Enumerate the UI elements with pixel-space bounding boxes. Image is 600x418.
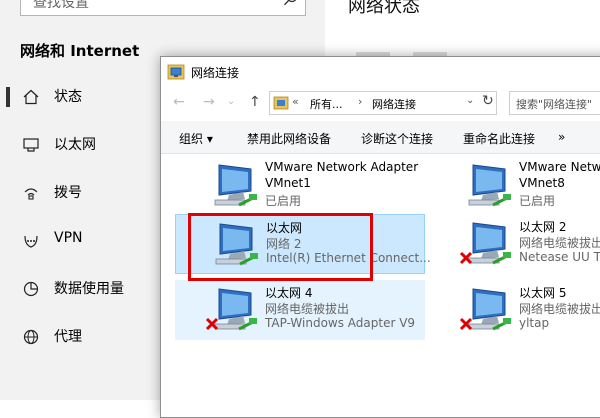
home-icon: [23, 89, 39, 105]
forward-button[interactable]: →: [203, 94, 215, 110]
connection-name: 以太网 2: [519, 220, 567, 234]
nav-item-label: 状态: [54, 89, 82, 105]
connection-item[interactable]: 以太网 5 网络电缆被拔出 yltap: [429, 280, 600, 340]
settings-search-placeholder: 查找设置: [33, 0, 89, 11]
nav-item-label: 以太网: [54, 137, 96, 153]
connection-item[interactable]: 以太网 4 网络电缆被拔出 TAP-Windows Adapter V9: [175, 280, 425, 340]
connection-item[interactable]: VMware Network Adapter VMnet1 已启用: [175, 156, 425, 216]
nav-item-dialup[interactable]: 拨号: [0, 173, 160, 213]
connection-name: 以太网 4: [265, 286, 313, 300]
window-titlebar[interactable]: 网络连接: [161, 57, 600, 87]
vpn-icon: [24, 235, 38, 248]
connection-device: yltap: [519, 316, 550, 330]
breadcrumb-network-connections[interactable]: 网络连接: [372, 96, 416, 112]
nav-item-label: 代理: [54, 329, 82, 345]
recent-locations-dropdown[interactable]: ⌄: [227, 96, 235, 107]
control-panel-icon: [273, 96, 289, 110]
connections-list: VMware Network Adapter VMnet1 已启用 VMware…: [161, 154, 600, 417]
connection-status: 网络电缆被拔出: [265, 302, 350, 316]
nav-item-ethernet[interactable]: 以太网: [0, 125, 160, 165]
diagnose-button[interactable]: 诊断这个连接: [361, 130, 433, 147]
data-usage-icon: [23, 281, 39, 297]
nav-item-vpn[interactable]: VPN: [0, 221, 160, 261]
globe-icon: [23, 329, 39, 345]
connection-status: 网络电缆被拔出: [519, 236, 600, 250]
nav-item-status[interactable]: 状态: [0, 77, 160, 117]
address-overflow-chevron[interactable]: «: [292, 95, 299, 108]
nav-item-label: VPN: [54, 230, 83, 246]
nav-item-label: 数据使用量: [54, 281, 124, 297]
settings-search-input[interactable]: 查找设置: [20, 0, 306, 16]
address-row: ← → ⌄ ↑ « 所有... › 网络连接 ⌄ ↻ 搜索"网络连接": [161, 87, 600, 119]
nav-item-label: 拨号: [54, 185, 82, 201]
refresh-icon[interactable]: ↻: [482, 93, 494, 109]
address-bar[interactable]: « 所有... › 网络连接 ⌄ ↻: [269, 91, 497, 115]
connection-item[interactable]: VMware Netw VMnet8 已启用: [429, 156, 600, 216]
address-dropdown[interactable]: ⌄: [466, 95, 474, 106]
back-button[interactable]: ←: [173, 94, 185, 110]
disable-device-button[interactable]: 禁用此网络设备: [247, 130, 331, 147]
connection-name: VMware Netw: [519, 160, 600, 174]
window-title: 网络连接: [191, 66, 240, 80]
search-icon: [283, 0, 297, 6]
ethernet-icon: [23, 138, 39, 152]
search-network-placeholder: 搜索"网络连接": [516, 98, 593, 111]
nav-item-proxy[interactable]: 代理: [0, 317, 160, 357]
connection-name: VMware Network Adapter: [265, 160, 419, 174]
highlight-annotation-box: [188, 213, 373, 281]
page-title: 网络状态: [348, 0, 420, 17]
connection-status: 已启用: [265, 194, 302, 208]
connection-detail: VMnet1: [265, 176, 311, 190]
connection-status: 网络电缆被拔出: [519, 302, 600, 316]
connection-detail: VMnet8: [519, 176, 565, 190]
connection-name: 以太网 5: [519, 286, 567, 300]
nav-selection-marker: [6, 87, 10, 107]
up-button[interactable]: ↑: [249, 94, 261, 110]
network-adapter-disconnected-icon: [205, 288, 257, 331]
connection-device: TAP-Windows Adapter V9: [265, 316, 416, 330]
more-commands-button[interactable]: »: [558, 130, 565, 144]
nav-item-data-usage[interactable]: 数据使用量: [0, 269, 160, 309]
network-adapter-icon: [214, 164, 257, 207]
network-adapter-disconnected-icon: [459, 288, 511, 331]
breadcrumb-all[interactable]: 所有...: [310, 96, 343, 112]
connection-item[interactable]: 以太网 2 网络电缆被拔出 Netease UU T: [429, 214, 600, 274]
network-adapter-icon: [468, 164, 511, 207]
connection-device: Netease UU T: [519, 250, 600, 264]
network-adapter-disconnected-icon: [459, 222, 511, 265]
breadcrumb-separator[interactable]: ›: [358, 95, 362, 108]
command-toolbar: 组织 ▾ 禁用此网络设备 诊断这个连接 重命名此连接 »: [161, 121, 600, 154]
organize-button[interactable]: 组织 ▾: [179, 130, 213, 147]
settings-section-heading: 网络和 Internet: [20, 42, 140, 60]
rename-button[interactable]: 重命名此连接: [463, 130, 535, 147]
dialup-icon: [24, 188, 38, 200]
search-network-input[interactable]: 搜索"网络连接": [509, 91, 600, 115]
network-folder-icon: [167, 64, 185, 80]
connection-status: 已启用: [519, 194, 556, 208]
